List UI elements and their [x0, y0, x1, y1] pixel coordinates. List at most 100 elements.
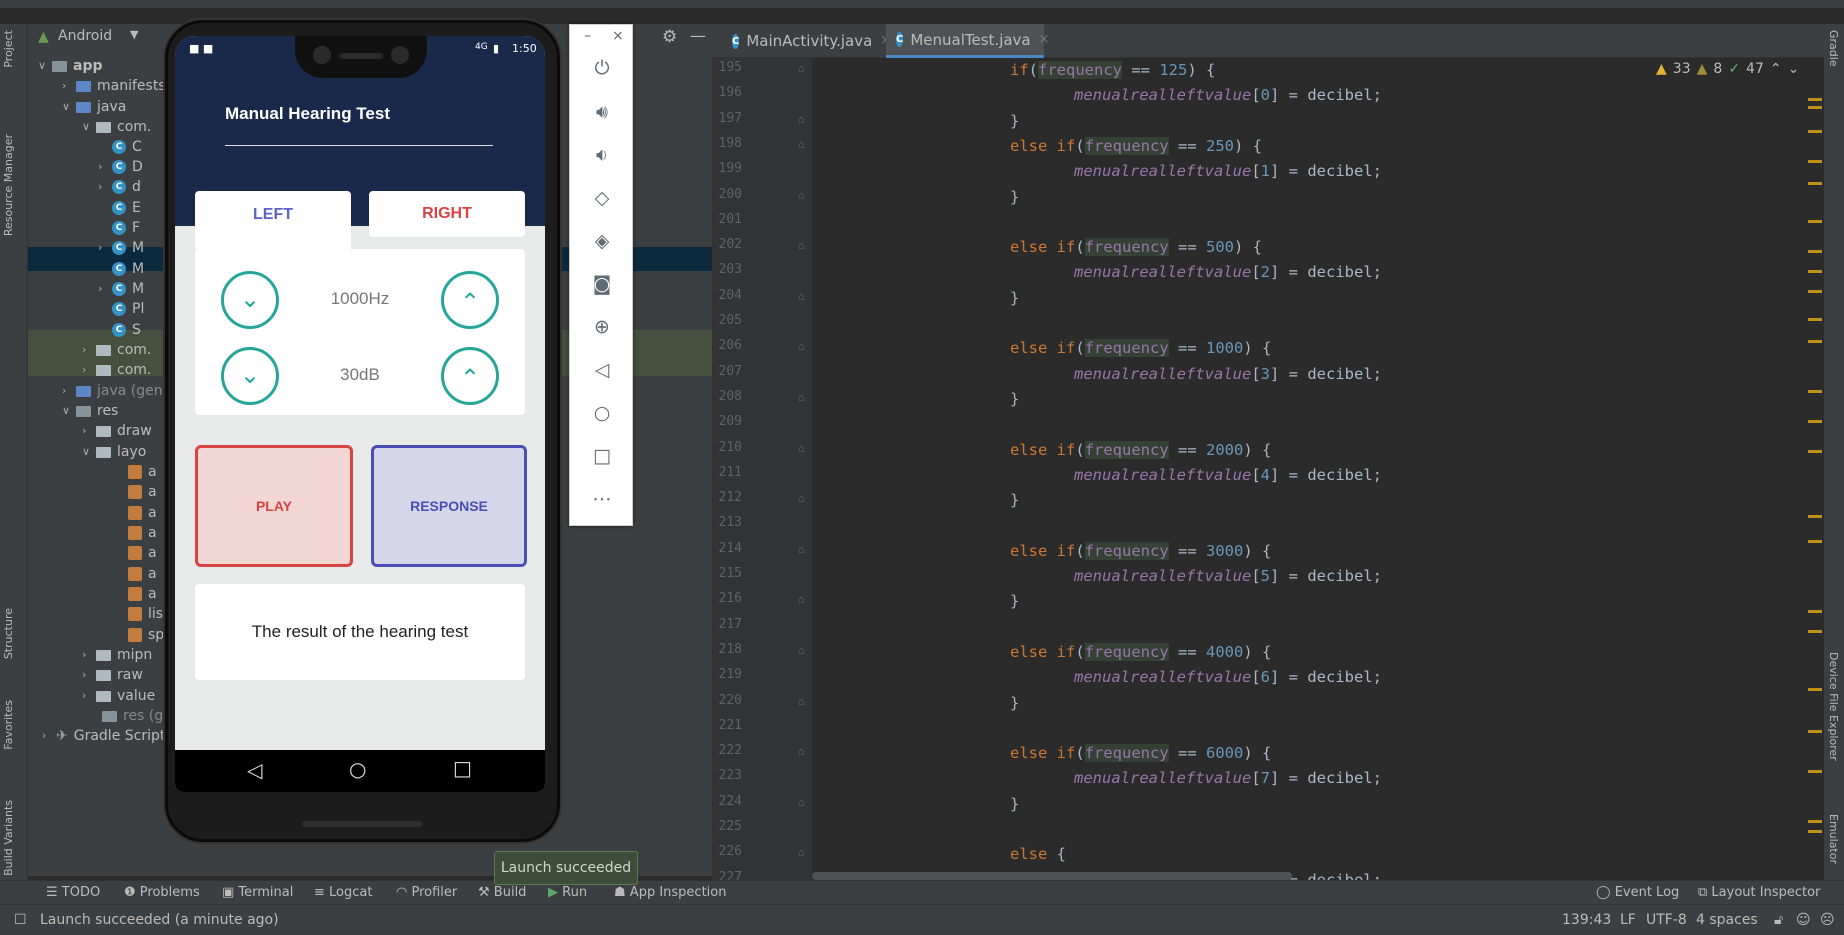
gear-icon[interactable]: ⚙ [662, 27, 677, 47]
code-line[interactable]: menualrealleftvalue[0] = decibel; [1074, 83, 1382, 108]
zoom-icon[interactable]: ⊕ [582, 312, 622, 342]
frequency-up-button[interactable]: ⌃ [441, 271, 499, 329]
smiley-icon[interactable]: ☺ [1796, 908, 1811, 932]
fold-marker[interactable]: ⌂ [798, 745, 805, 758]
level-up-button[interactable]: ⌃ [441, 347, 499, 405]
camera-icon[interactable]: ◙ [582, 269, 622, 299]
status-message[interactable]: Launch succeeded (a minute ago) [40, 908, 279, 932]
stripe-mark[interactable] [1808, 390, 1822, 393]
emulator-close[interactable]: × [612, 28, 624, 44]
code-line[interactable]: menualrealleftvalue[7] = decibel; [1074, 766, 1382, 791]
indent-setting[interactable]: 4 spaces [1696, 908, 1758, 932]
code-line[interactable]: else if(frequency == 6000) { [1010, 741, 1271, 766]
project-view-selector[interactable]: Android [58, 28, 112, 44]
tool-problems[interactable]: ❶ Problems [124, 881, 200, 905]
stripe-mark[interactable] [1808, 830, 1822, 833]
overview-icon[interactable]: □ [582, 441, 622, 471]
stripe-mark[interactable] [1808, 630, 1822, 633]
code-line[interactable]: menualrealleftvalue[2] = decibel; [1074, 260, 1382, 285]
line-separator[interactable]: LF [1620, 908, 1636, 932]
tab-menualtest[interactable]: C MenualTest.java × [886, 24, 1050, 58]
stripe-mark[interactable] [1808, 420, 1822, 423]
tool-structure[interactable]: Structure [2, 608, 15, 659]
code-line[interactable]: else if(frequency == 2000) { [1010, 438, 1271, 463]
stripe-mark[interactable] [1808, 182, 1822, 185]
tool-favorites[interactable]: Favorites [2, 700, 15, 750]
tool-terminal[interactable]: ▣ Terminal [222, 881, 293, 905]
stripe-mark[interactable] [1808, 450, 1822, 453]
fold-marker[interactable]: ⌂ [798, 695, 805, 708]
home-icon[interactable]: ○ [582, 398, 622, 428]
tab-left[interactable]: LEFT [195, 191, 351, 249]
rotate-left-icon[interactable]: ◇ [582, 183, 622, 213]
tab-mainactivity[interactable]: CMainActivity.java× [722, 24, 891, 58]
stripe-mark[interactable] [1808, 820, 1822, 823]
stripe-mark[interactable] [1808, 98, 1822, 101]
play-button[interactable]: PLAY [195, 445, 353, 567]
fold-marker[interactable]: ⌂ [798, 138, 805, 151]
tool-gradle[interactable]: Gradle [1827, 30, 1840, 67]
stripe-mark[interactable] [1808, 270, 1822, 273]
code-line[interactable]: else if(frequency == 250) { [1010, 134, 1262, 159]
stripe-mark[interactable] [1808, 106, 1822, 109]
fold-marker[interactable]: ⌂ [798, 593, 805, 606]
tool-layout-inspector[interactable]: ⧉ Layout Inspector [1698, 881, 1820, 905]
tool-logcat[interactable]: ≡ Logcat [314, 881, 372, 905]
nav-home-icon[interactable]: ○ [349, 757, 366, 781]
chevron-up-icon[interactable]: ⌃ [1770, 61, 1782, 77]
fold-marker[interactable]: ⌂ [798, 492, 805, 505]
volume-up-icon[interactable]: 🔊︎ [582, 97, 622, 127]
back-icon[interactable]: ◁ [582, 355, 622, 385]
tool-project[interactable]: Project [2, 30, 15, 68]
fold-marker[interactable]: ⌂ [798, 239, 805, 252]
fold-marker[interactable]: ⌂ [798, 442, 805, 455]
code-line[interactable]: } [1010, 185, 1019, 210]
code-line[interactable]: } [1010, 109, 1019, 134]
stripe-mark[interactable] [1808, 340, 1822, 343]
tool-event-log[interactable]: ◯ Event Log [1596, 881, 1679, 905]
code-line[interactable]: if(frequency == 125) { [1010, 58, 1215, 83]
fold-marker[interactable]: ⌂ [798, 113, 805, 126]
fold-marker[interactable]: ⌂ [798, 644, 805, 657]
fold-marker[interactable]: ⌂ [798, 543, 805, 556]
horizontal-scrollbar[interactable] [812, 872, 1292, 880]
tab-right[interactable]: RIGHT [369, 191, 525, 237]
stripe-mark[interactable] [1808, 250, 1822, 253]
fold-marker[interactable]: ⌂ [798, 189, 805, 202]
response-button[interactable]: RESPONSE [371, 445, 527, 567]
stripe-mark[interactable] [1808, 770, 1822, 773]
fold-marker[interactable]: ⌂ [798, 290, 805, 303]
code-line[interactable]: } [1010, 589, 1019, 614]
nav-back-icon[interactable]: ◁ [247, 758, 262, 782]
volume-down-icon[interactable]: 🔉︎ [582, 140, 622, 170]
code-line[interactable]: menualrealleftvalue[5] = decibel; [1074, 564, 1382, 589]
power-icon[interactable]: ⏻ [582, 53, 622, 83]
stripe-mark[interactable] [1808, 688, 1822, 691]
code-line[interactable]: menualrealleftvalue[6] = decibel; [1074, 665, 1382, 690]
sad-icon[interactable]: ☹ [1820, 908, 1835, 932]
launch-toast[interactable]: Launch succeeded [494, 851, 638, 885]
tool-device-file-explorer[interactable]: Device File Explorer [1827, 652, 1840, 761]
emulator-minimize[interactable]: – [584, 28, 591, 44]
code-line[interactable]: menualrealleftvalue[1] = decibel; [1074, 159, 1382, 184]
code-line[interactable]: menualrealleftvalue[4] = decibel; [1074, 463, 1382, 488]
fold-marker[interactable]: ⌂ [798, 62, 805, 75]
chevron-down-icon[interactable]: ⌄ [1788, 61, 1800, 77]
level-down-button[interactable]: ⌄ [221, 347, 279, 405]
stripe-mark[interactable] [1808, 540, 1822, 543]
tool-emulator[interactable]: Emulator [1827, 814, 1840, 864]
stripe-mark[interactable] [1808, 610, 1822, 613]
tool-todo[interactable]: ☰ TODO [46, 881, 100, 905]
code-line[interactable]: } [1010, 488, 1019, 513]
stripe-mark[interactable] [1808, 730, 1822, 733]
code-line[interactable]: else if(frequency == 4000) { [1010, 640, 1271, 665]
code-line[interactable]: else if(frequency == 3000) { [1010, 539, 1271, 564]
code-editor[interactable]: if(frequency == 125) {menualrealleftvalu… [812, 58, 1812, 880]
more-icon[interactable]: ⋯ [582, 484, 622, 514]
fold-marker[interactable]: ⌂ [798, 846, 805, 859]
chevron-down-icon[interactable]: ▼ [130, 28, 138, 41]
stripe-mark[interactable] [1808, 160, 1822, 163]
code-line[interactable]: else { [1010, 842, 1066, 867]
code-line[interactable]: menualrealleftvalue[3] = decibel; [1074, 362, 1382, 387]
file-encoding[interactable]: UTF-8 [1646, 908, 1687, 932]
